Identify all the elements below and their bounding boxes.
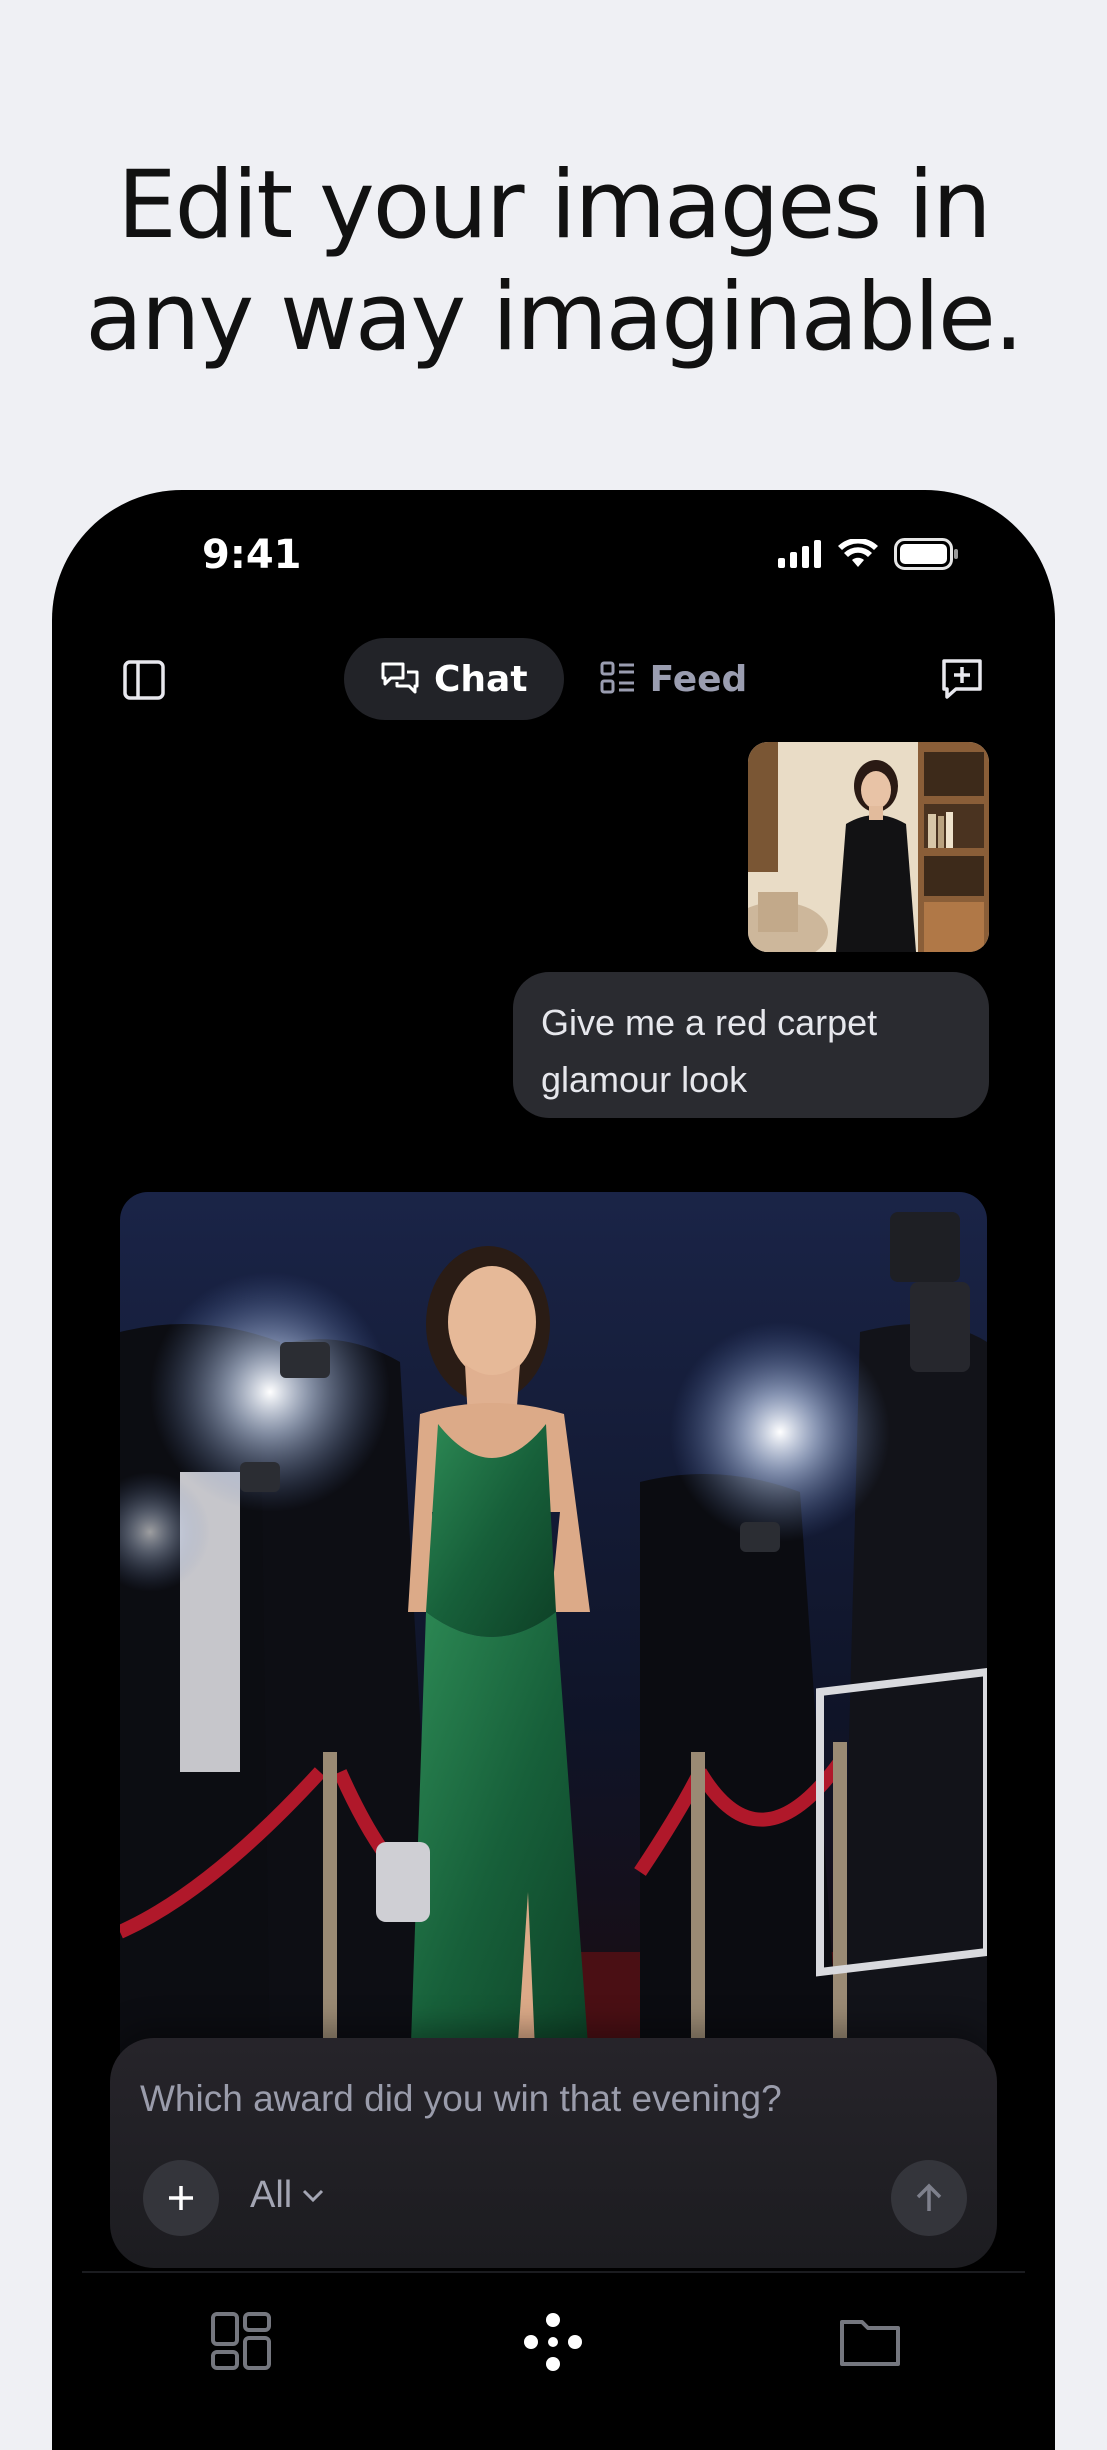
- chevron-down-icon: [303, 2189, 324, 2202]
- red-carpet-illustration: [120, 1192, 987, 2072]
- tab-feed[interactable]: Feed: [564, 638, 784, 720]
- status-icons: [778, 538, 960, 570]
- headline-line-1: Edit your images in: [117, 151, 992, 260]
- add-attachment-button[interactable]: [143, 2160, 219, 2236]
- folder-icon[interactable]: [838, 2310, 902, 2374]
- nav-divider: [82, 2271, 1025, 2273]
- status-bar: 9:41: [52, 490, 1055, 590]
- user-message-bubble: Give me a red carpet glamour look: [513, 972, 989, 1118]
- filter-label: All: [250, 2174, 293, 2216]
- message-composer: All: [110, 2038, 997, 2268]
- arrow-up-icon: [916, 2183, 942, 2211]
- tab-chat[interactable]: Chat: [344, 638, 564, 720]
- battery-icon: [894, 538, 958, 570]
- grid-icon[interactable]: [209, 2310, 273, 2374]
- phone-frame: 9:41 Chat Feed Give me a red carpet glam…: [52, 490, 1055, 2450]
- user-uploaded-photo[interactable]: [748, 742, 989, 952]
- send-button[interactable]: [891, 2160, 967, 2236]
- feed-list-icon: [600, 661, 634, 694]
- message-input[interactable]: [138, 2068, 969, 2130]
- generated-result-photo[interactable]: [120, 1192, 987, 2072]
- top-bar: Chat Feed: [52, 638, 1055, 720]
- new-chat-icon[interactable]: [939, 656, 985, 702]
- headline-line-2: any way imaginable.: [85, 263, 1023, 372]
- bottom-nav: [52, 2290, 1055, 2420]
- wifi-icon: [838, 539, 878, 567]
- user-photo-illustration: [748, 742, 989, 952]
- sidebar-panel-icon[interactable]: [122, 658, 166, 702]
- tab-chat-label: Chat: [434, 658, 528, 700]
- tab-feed-label: Feed: [649, 658, 748, 700]
- filter-dropdown[interactable]: All: [250, 2174, 324, 2217]
- signal-icon: [778, 540, 821, 568]
- marketing-headline: Edit your images in any way imaginable.: [0, 150, 1107, 374]
- tab-switcher: Chat Feed: [344, 638, 783, 720]
- create-dots-icon[interactable]: [521, 2310, 585, 2374]
- status-time: 9:41: [202, 532, 302, 578]
- plus-icon: [169, 2186, 193, 2210]
- chat-bubbles-icon: [381, 662, 419, 694]
